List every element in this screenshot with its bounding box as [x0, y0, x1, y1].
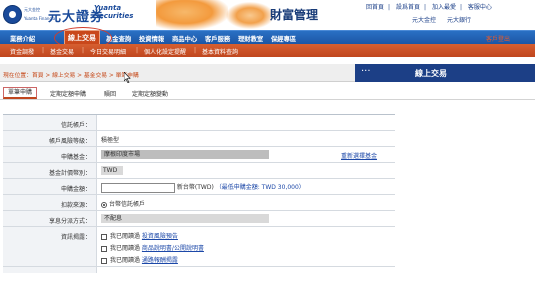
subnav-profile-query[interactable]: 基本資料查詢 [202, 47, 238, 56]
form-row-dividend: 享息分派方式： 不配息 [3, 211, 395, 227]
debit-source-value: 台幣信託帳戶 [109, 201, 146, 208]
tab-regular-change[interactable]: 定期定額變動 [132, 89, 168, 98]
debit-source-radio[interactable] [101, 201, 107, 208]
amount-input[interactable] [101, 182, 175, 193]
channel-fee-checkbox[interactable] [101, 257, 107, 264]
logo-company-en: Yuanta Securities [94, 4, 134, 20]
dividend-value: 不配息 [101, 214, 269, 223]
logo-group-name: 元大金控 [24, 7, 40, 12]
nav-customer-service[interactable]: 客戶服務 [205, 34, 230, 43]
add-favorite-link[interactable]: 加入最愛 [432, 4, 456, 11]
decorative-orange-blob [156, 0, 228, 30]
page-title: 線上交易 [415, 69, 447, 78]
utility-links: 回首頁 | 設爲首頁 | 加入最愛 | 客服中心 [366, 4, 492, 11]
subnav-today-details[interactable]: 今日交易明細 [90, 47, 126, 56]
channel-fee-link[interactable]: 通路報酬揭露 [142, 257, 178, 264]
purchase-form: 信託帳戶： 帳戶風險等級： 積極型 申購基金： 摩根印度市場 重新選擇基金 基金… [3, 114, 395, 273]
page-banner: ··· 線上交易 [355, 64, 535, 82]
tab-single-purchase[interactable]: 單筆申購 [3, 87, 37, 99]
yuanta-logo[interactable]: 元大金控 Yuanta Financial 元大證券 Yuanta Securi… [3, 3, 133, 25]
subnav-reminder-settings[interactable]: 個人化設定提醒 [144, 47, 186, 56]
next-row-label [3, 267, 97, 273]
form-row-fund: 申購基金： 摩根印度市場 重新選擇基金 [3, 147, 395, 163]
fund-name-field: 摩根印度市場 [101, 150, 269, 159]
trade-tabs: 單筆申購 定期定額申購 贖回 定期定額變動 [0, 86, 535, 100]
form-row-currency: 基金計價幣別： TWD [3, 163, 395, 179]
nav-investment-info[interactable]: 投資情報 [139, 34, 164, 43]
form-row-amount: 申購金額： 新台幣(TWD) （最低申購金額: TWD 30,000） [3, 179, 395, 195]
reselect-fund-link[interactable]: 重新選擇基金 [341, 151, 377, 160]
yuanta-seal-icon [3, 5, 22, 24]
prospectus-checkbox[interactable] [101, 245, 107, 252]
risk-level-label: 帳戶風險等級： [3, 131, 97, 146]
set-homepage-link[interactable]: 設爲首頁 [396, 4, 420, 11]
prospectus-link[interactable]: 商品說明書/公開說明書 [142, 245, 204, 252]
fund-label: 申購基金： [3, 147, 97, 162]
form-row-debit-source: 扣款來源： 台幣信託帳戶 [3, 195, 395, 211]
risk-notice-link[interactable]: 投資風險預告 [142, 233, 178, 240]
logout-link[interactable]: 客戶登出 [486, 34, 510, 43]
sub-nav: 資金調撥 | 基金交易 | 今日交易明細 | 個人化設定提醒 | 基本資料查詢 [0, 44, 535, 57]
form-row-next [3, 267, 395, 273]
yuanta-holding-link[interactable]: 元大金控 [412, 17, 436, 24]
amount-label: 申購金額： [3, 179, 97, 194]
banner-dashes-icon: ··· [361, 66, 371, 77]
nav-finance-class[interactable]: 理財教室 [238, 34, 263, 43]
yuanta-bank-link[interactable]: 元大銀行 [447, 17, 471, 24]
breadcrumb[interactable]: 現在位置：首頁 > 線上交易 > 基金交易 > 單筆申購 [3, 70, 139, 79]
risk-notice-checkbox[interactable] [101, 233, 107, 240]
amount-currency-unit: 新台幣(TWD) [176, 184, 214, 191]
mouse-cursor-icon [124, 72, 131, 83]
dividend-label: 享息分派方式： [3, 211, 97, 226]
section-brand-title: 財富管理 [270, 8, 319, 22]
group-links: 元大金控 元大銀行 [412, 15, 480, 24]
risk-level-value: 積極型 [101, 137, 120, 144]
nav-insurance-zone[interactable]: 保經專區 [271, 34, 296, 43]
site-header: 元大金控 Yuanta Financial 元大證券 Yuanta Securi… [0, 0, 535, 30]
decorative-orange-blob [226, 2, 274, 29]
nav-product-center[interactable]: 商品中心 [172, 34, 197, 43]
nav-business-intro[interactable]: 業務介紹 [10, 34, 35, 43]
debit-source-label: 扣款來源： [3, 195, 97, 210]
min-amount-note: （最低申購金額: TWD 30,000） [215, 184, 305, 191]
tab-regular-purchase[interactable]: 定期定額申購 [50, 89, 86, 98]
form-row-trust-account: 信託帳戶： [3, 115, 395, 131]
currency-value: TWD [101, 166, 123, 175]
trust-account-label: 信託帳戶： [3, 115, 97, 130]
subnav-fund-trading[interactable]: 基金交易 [50, 47, 74, 56]
disclosure-label: 資訊揭露： [3, 227, 97, 266]
form-row-disclosure: 資訊揭露： 我已閱讀過 投資風險預告 我已閱讀過 商品說明書/公開說明書 我已閱… [3, 227, 395, 267]
currency-label: 基金計價幣別： [3, 163, 97, 178]
tab-redemption[interactable]: 贖回 [104, 89, 116, 98]
home-link[interactable]: 回首頁 [366, 4, 384, 11]
customer-service-link[interactable]: 客服中心 [468, 4, 492, 11]
subnav-fund-transfer[interactable]: 資金調撥 [10, 47, 34, 56]
form-row-risk-level: 帳戶風險等級： 積極型 [3, 131, 395, 147]
